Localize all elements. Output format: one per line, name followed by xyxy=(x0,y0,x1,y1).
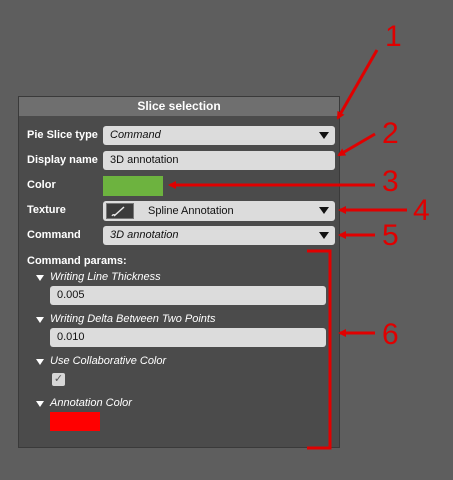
callout-arrow-1 xyxy=(336,49,379,120)
callout-number-2: 2 xyxy=(382,117,399,150)
callout-number-1: 1 xyxy=(385,20,402,53)
callout-number-4: 4 xyxy=(413,194,430,227)
callout-bracket-6 xyxy=(307,249,332,450)
callout-number-6: 6 xyxy=(382,318,399,351)
callout-number-5: 5 xyxy=(382,219,399,252)
callout-number-3: 3 xyxy=(382,165,399,198)
callout-arrow-2 xyxy=(337,132,376,157)
